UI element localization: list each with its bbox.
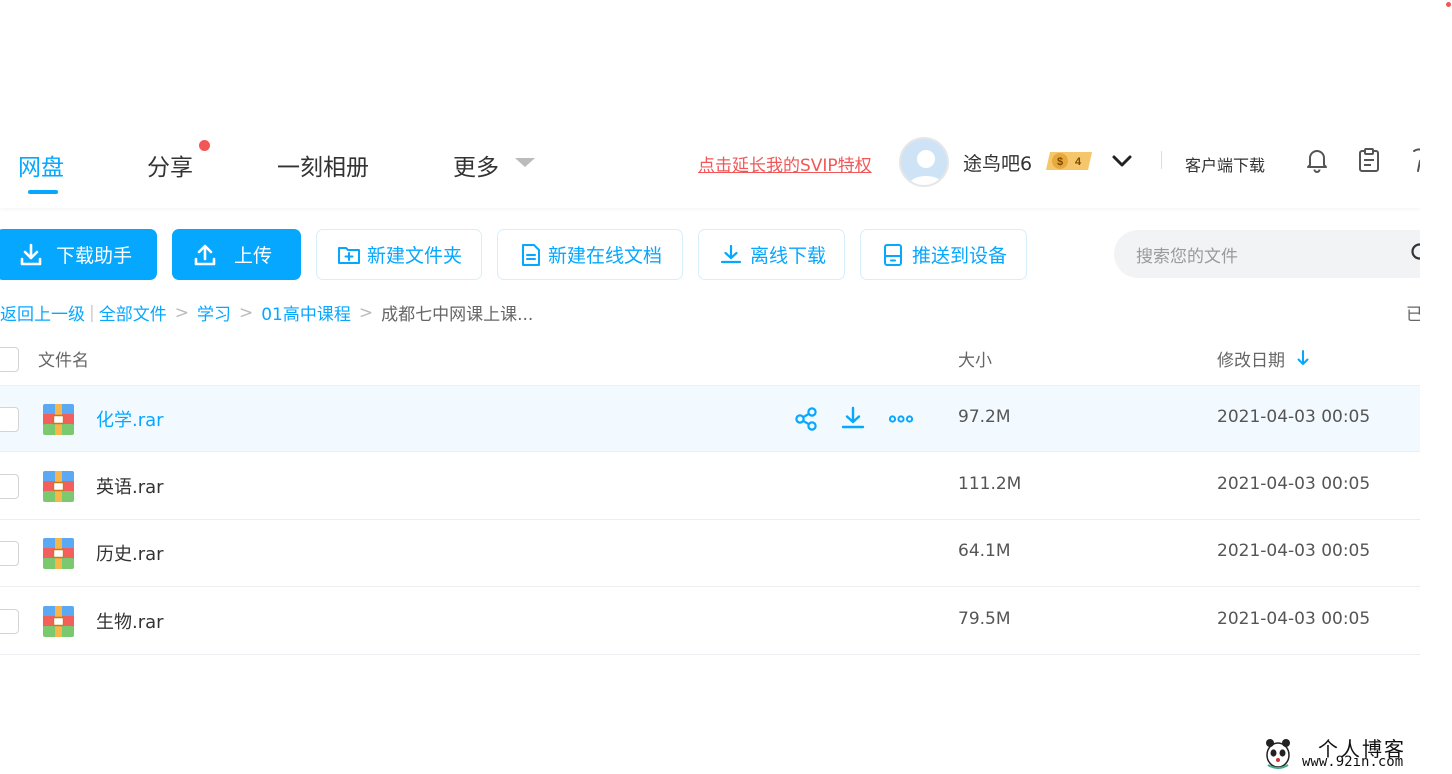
file-size: 97.2M	[958, 407, 1011, 427]
new-online-doc-label: 新建在线文档	[548, 245, 663, 267]
file-modified: 2021-04-03 00:05	[1217, 609, 1371, 629]
skin-icon[interactable]	[1408, 147, 1420, 173]
corner-marker	[1446, 2, 1451, 7]
panda-logo-icon	[1266, 739, 1290, 769]
tab-netdisk[interactable]: 网盘	[18, 148, 64, 182]
breadcrumb-study[interactable]: 学习	[197, 300, 231, 325]
breadcrumb-high-school[interactable]: 01高中课程	[261, 300, 351, 325]
rar-archive-icon	[43, 471, 74, 502]
breadcrumb-separator: >	[238, 302, 254, 323]
bell-icon[interactable]	[1304, 147, 1330, 173]
svip-symbol: $	[1057, 156, 1063, 168]
svip-level-badge[interactable]: $ 4	[1046, 150, 1096, 172]
nav-divider	[1161, 151, 1162, 169]
file-size: 79.5M	[958, 609, 1011, 629]
breadcrumb-back[interactable]: 返回上一级	[0, 300, 85, 325]
download-icon	[20, 243, 42, 265]
offline-download-label: 离线下载	[750, 245, 827, 267]
rar-archive-icon	[43, 538, 74, 569]
search-placeholder: 搜索您的文件	[1136, 247, 1238, 267]
sort-arrow-down-icon[interactable]	[1296, 349, 1310, 367]
window-edge	[1420, 0, 1452, 774]
baidu-netdisk-app: 网盘 分享 一刻相册 更多 点击延长我的SVIP特权 途鸟吧6 $ 4 客户端下…	[0, 0, 1420, 774]
breadcrumb-separator: >	[358, 302, 374, 323]
client-download-link[interactable]: 客户端下载	[1185, 152, 1265, 176]
column-header-name[interactable]: 文件名	[38, 346, 89, 371]
avatar[interactable]	[899, 137, 949, 187]
select-all-checkbox[interactable]	[0, 347, 19, 372]
breadcrumb-divider: |	[89, 302, 95, 323]
file-modified: 2021-04-03 00:05	[1217, 407, 1371, 427]
share-icon[interactable]	[793, 406, 819, 432]
top-nav: 网盘 分享 一刻相册 更多 点击延长我的SVIP特权 途鸟吧6 $ 4 客户端下…	[0, 120, 1420, 208]
offline-download-icon	[720, 244, 742, 263]
avatar-default-icon	[901, 139, 947, 185]
breadcrumb: 返回上一级 | 全部文件 > 学习 > 01高中课程 > 成都七中网课上课...	[0, 300, 534, 326]
svip-level: 4	[1075, 156, 1082, 168]
breadcrumb-separator: >	[174, 302, 189, 323]
push-to-device-button[interactable]: 推送到设备	[860, 229, 1027, 280]
breadcrumb-current: 成都七中网课上课...	[381, 305, 534, 325]
watermark-url: www.92in.com	[1302, 754, 1404, 770]
tab-share[interactable]: 分享	[147, 148, 193, 182]
folder-plus-icon	[338, 246, 360, 264]
active-tab-indicator	[28, 190, 58, 194]
offline-download-button[interactable]: 离线下载	[698, 229, 845, 280]
download-icon[interactable]	[840, 406, 866, 432]
row-checkbox[interactable]	[0, 541, 19, 566]
push-to-device-label: 推送到设备	[912, 245, 1008, 267]
file-name[interactable]: 生物.rar	[96, 608, 164, 634]
rar-archive-icon	[43, 404, 74, 435]
column-header-modified[interactable]: 修改日期	[1217, 346, 1285, 371]
download-helper-label: 下载助手	[56, 245, 133, 267]
svip-renew-link[interactable]: 点击延长我的SVIP特权	[698, 151, 872, 176]
search-icon[interactable]	[1410, 242, 1420, 264]
upload-label: 上传	[234, 245, 273, 267]
tab-album[interactable]: 一刻相册	[277, 148, 369, 182]
download-helper-button[interactable]: 下载助手	[0, 229, 157, 280]
loaded-status: 已	[1406, 305, 1420, 325]
more-options-icon[interactable]	[888, 406, 914, 432]
device-icon	[884, 243, 902, 266]
notification-dot	[199, 140, 210, 151]
caret-down-icon[interactable]	[515, 158, 535, 167]
tab-more[interactable]: 更多	[453, 148, 499, 182]
row-checkbox[interactable]	[0, 609, 19, 634]
blog-watermark: 个人博客 www.92in.com	[1256, 733, 1452, 774]
new-folder-button[interactable]: 新建文件夹	[316, 229, 482, 280]
row-checkbox[interactable]	[0, 407, 19, 432]
file-size: 64.1M	[958, 541, 1011, 561]
new-folder-label: 新建文件夹	[367, 245, 463, 267]
column-header-size[interactable]: 大小	[958, 346, 992, 371]
username[interactable]: 途鸟吧6	[963, 149, 1032, 176]
clipboard-icon[interactable]	[1356, 147, 1382, 173]
file-name[interactable]: 英语.rar	[96, 473, 164, 499]
file-modified: 2021-04-03 00:05	[1217, 541, 1371, 561]
chevron-down-icon[interactable]	[1111, 150, 1133, 172]
upload-button[interactable]: 上传	[172, 229, 301, 280]
new-online-doc-button[interactable]: 新建在线文档	[497, 229, 683, 280]
file-name[interactable]: 化学.rar	[96, 406, 164, 432]
rar-archive-icon	[43, 606, 74, 637]
breadcrumb-all-files[interactable]: 全部文件	[99, 300, 167, 325]
file-modified: 2021-04-03 00:05	[1217, 474, 1371, 494]
table-row[interactable]: 化学.rar 97.2M 2021-04-03 00:05	[0, 385, 1420, 452]
row-checkbox[interactable]	[0, 474, 19, 499]
upload-icon	[194, 244, 216, 265]
table-row[interactable]: 英语.rar 111.2M 2021-04-03 00:05	[0, 453, 1420, 520]
table-row[interactable]: 历史.rar 64.1M 2021-04-03 00:05	[0, 520, 1420, 587]
document-icon	[522, 243, 540, 266]
search-input[interactable]: 搜索您的文件	[1114, 230, 1420, 278]
table-row[interactable]: 生物.rar 79.5M 2021-04-03 00:05	[0, 588, 1420, 655]
file-size: 111.2M	[958, 474, 1022, 494]
file-name[interactable]: 历史.rar	[96, 540, 164, 566]
